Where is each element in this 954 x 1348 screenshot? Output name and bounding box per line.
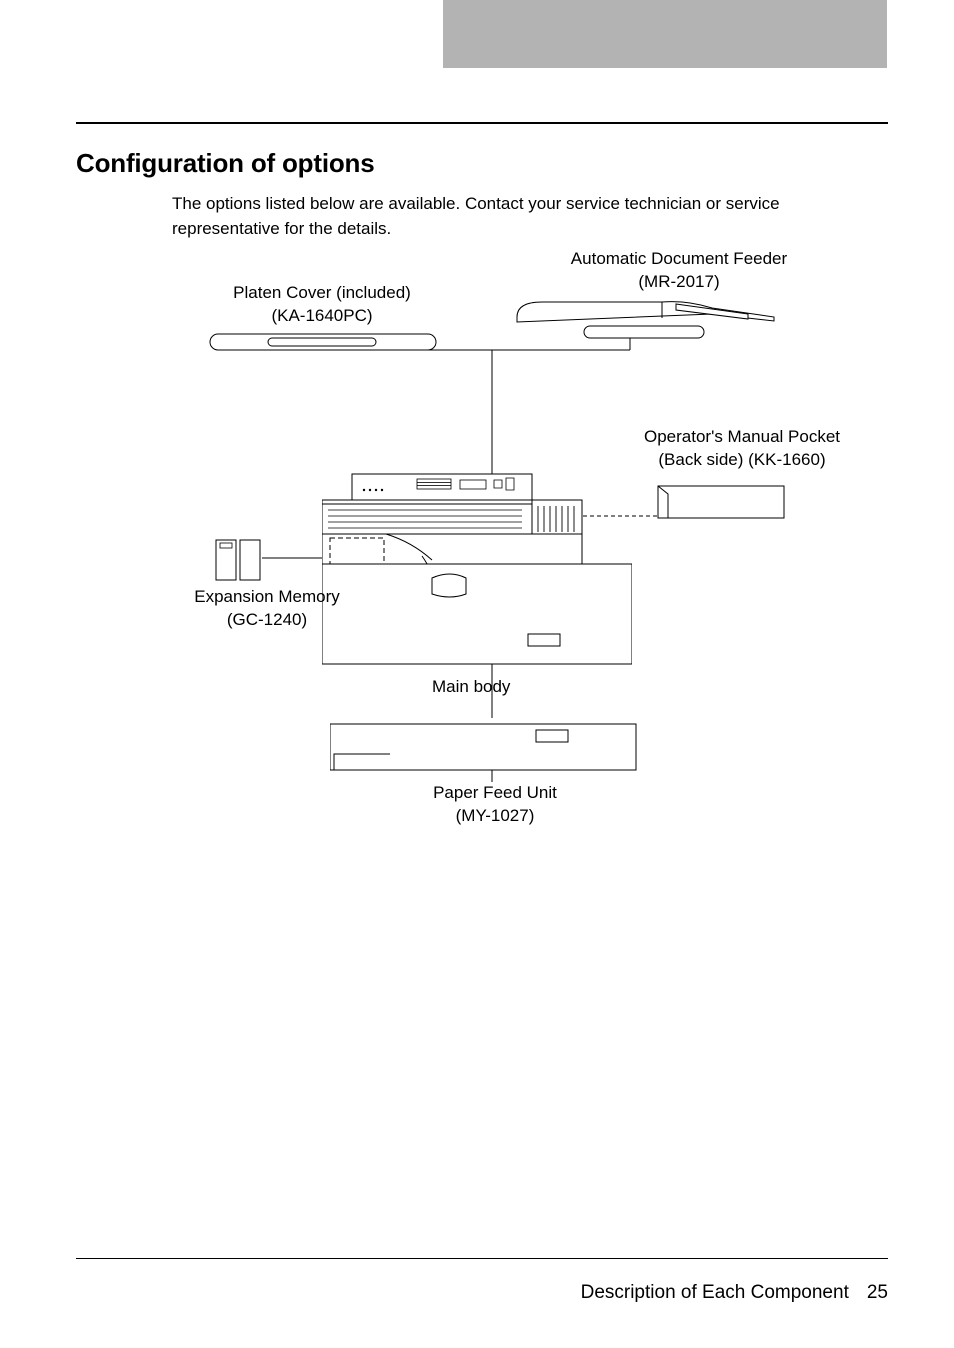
pocket-name: Operator's Manual Pocket bbox=[612, 426, 872, 449]
platen-label: Platen Cover (included) (KA-1640PC) bbox=[212, 282, 432, 328]
adf-name: Automatic Document Feeder bbox=[534, 248, 824, 271]
expmem-label: Expansion Memory (GC-1240) bbox=[172, 586, 362, 632]
platen-name: Platen Cover (included) bbox=[212, 282, 432, 305]
mainbody-label: Main body bbox=[432, 676, 562, 699]
header-band bbox=[443, 0, 887, 68]
pfu-label: Paper Feed Unit (MY-1027) bbox=[400, 782, 590, 828]
adf-model: (MR-2017) bbox=[534, 271, 824, 294]
pocket-drawing bbox=[656, 480, 786, 522]
pocket-label: Operator's Manual Pocket (Back side) (KK… bbox=[612, 426, 872, 472]
adf-drawing bbox=[512, 292, 782, 342]
rule-bottom bbox=[76, 1258, 888, 1259]
pfu-drawing bbox=[330, 718, 640, 774]
footer-page: 25 bbox=[867, 1282, 888, 1303]
pfu-name: Paper Feed Unit bbox=[400, 782, 590, 805]
section-title: Configuration of options bbox=[76, 148, 374, 179]
rule-top bbox=[76, 122, 888, 124]
footer-chapter: Description of Each Component bbox=[581, 1282, 849, 1303]
adf-label: Automatic Document Feeder (MR-2017) bbox=[534, 248, 824, 294]
footer: Description of Each Component 25 bbox=[76, 1282, 888, 1304]
intro-paragraph: The options listed below are available. … bbox=[172, 192, 888, 241]
expmem-drawing bbox=[214, 538, 262, 582]
pfu-model: (MY-1027) bbox=[400, 805, 590, 828]
options-diagram: Automatic Document Feeder (MR-2017) Plat… bbox=[172, 248, 888, 988]
mainbody-drawing bbox=[322, 470, 632, 670]
platen-model: (KA-1640PC) bbox=[212, 305, 432, 328]
pocket-sub: (Back side) (KK-1660) bbox=[612, 449, 872, 472]
platen-drawing bbox=[208, 328, 438, 358]
expmem-name: Expansion Memory bbox=[172, 586, 362, 609]
expmem-model: (GC-1240) bbox=[172, 609, 362, 632]
